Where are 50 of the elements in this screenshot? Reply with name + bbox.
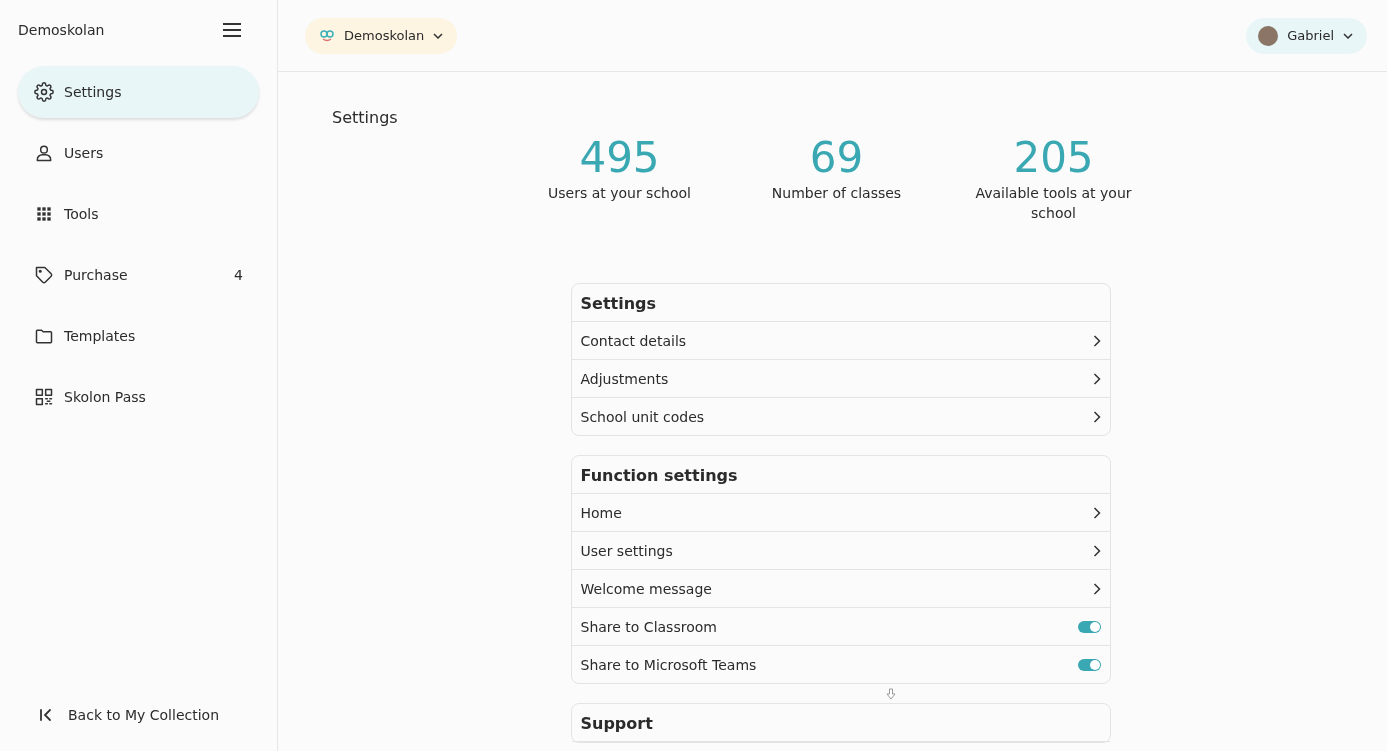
settings-row[interactable]: Contact details (571, 322, 1110, 360)
folder-icon (34, 326, 54, 346)
settings-icon (34, 82, 54, 102)
toggle-switch[interactable] (1077, 620, 1101, 633)
stat-label: Available tools at your school (974, 184, 1133, 223)
collapse-left-icon (38, 707, 54, 723)
chevron-down-icon (433, 32, 444, 39)
stat-label: Users at your school (547, 184, 692, 203)
settings-row[interactable]: User settings (571, 532, 1110, 570)
stat-label: Number of classes (770, 184, 903, 203)
chevron-right-icon (1092, 334, 1101, 347)
settings-row[interactable]: School unit codes (571, 398, 1110, 435)
stat-value: 205 (1013, 133, 1094, 183)
toggle-switch[interactable] (1077, 658, 1101, 671)
page-title: Settings (332, 108, 399, 127)
arrow-down-icon (885, 688, 896, 700)
qr-code-icon (34, 387, 54, 407)
school-name: Demoskolan (18, 22, 105, 38)
sidebar-item[interactable]: Templates (18, 310, 259, 362)
sidebar-item[interactable]: Purchase 4 (18, 249, 259, 301)
chevron-down-icon (1343, 32, 1353, 39)
card-title: Function settings (571, 456, 1110, 494)
person-icon (34, 143, 54, 163)
avatar (1258, 25, 1279, 46)
grid-icon (34, 204, 54, 224)
chevron-right-icon (1092, 544, 1101, 557)
menu-icon[interactable] (223, 23, 241, 37)
tag-icon (34, 265, 54, 285)
chevron-right-icon (1092, 506, 1101, 519)
school-selector[interactable]: Demoskolan (305, 17, 458, 54)
stat-value: 69 (809, 133, 864, 183)
settings-row[interactable]: Welcome message (571, 570, 1110, 608)
smiley-logo-icon (319, 28, 335, 43)
item-count: 4 (234, 267, 243, 283)
card-title: Settings (571, 284, 1110, 322)
sidebar-item[interactable]: Settings (18, 66, 259, 118)
stat-value: 495 (579, 133, 660, 183)
back-link[interactable]: Back to My Collection (18, 707, 259, 723)
chevron-right-icon (1092, 582, 1101, 595)
sidebar-item[interactable]: Users (18, 127, 259, 179)
sidebar-item[interactable]: Tools (18, 188, 259, 240)
toggle-label: Share to Classroom (580, 618, 717, 635)
settings-row[interactable]: Home (571, 494, 1110, 532)
sidebar-item[interactable]: Skolon Pass (18, 371, 259, 423)
user-menu[interactable]: Gabriel (1246, 17, 1367, 54)
chevron-right-icon (1092, 372, 1101, 385)
settings-row[interactable]: Adjustments (571, 360, 1110, 398)
toggle-label: Share to Microsoft Teams (580, 656, 757, 673)
chevron-right-icon (1092, 410, 1101, 423)
card-title: Support (571, 704, 1110, 742)
